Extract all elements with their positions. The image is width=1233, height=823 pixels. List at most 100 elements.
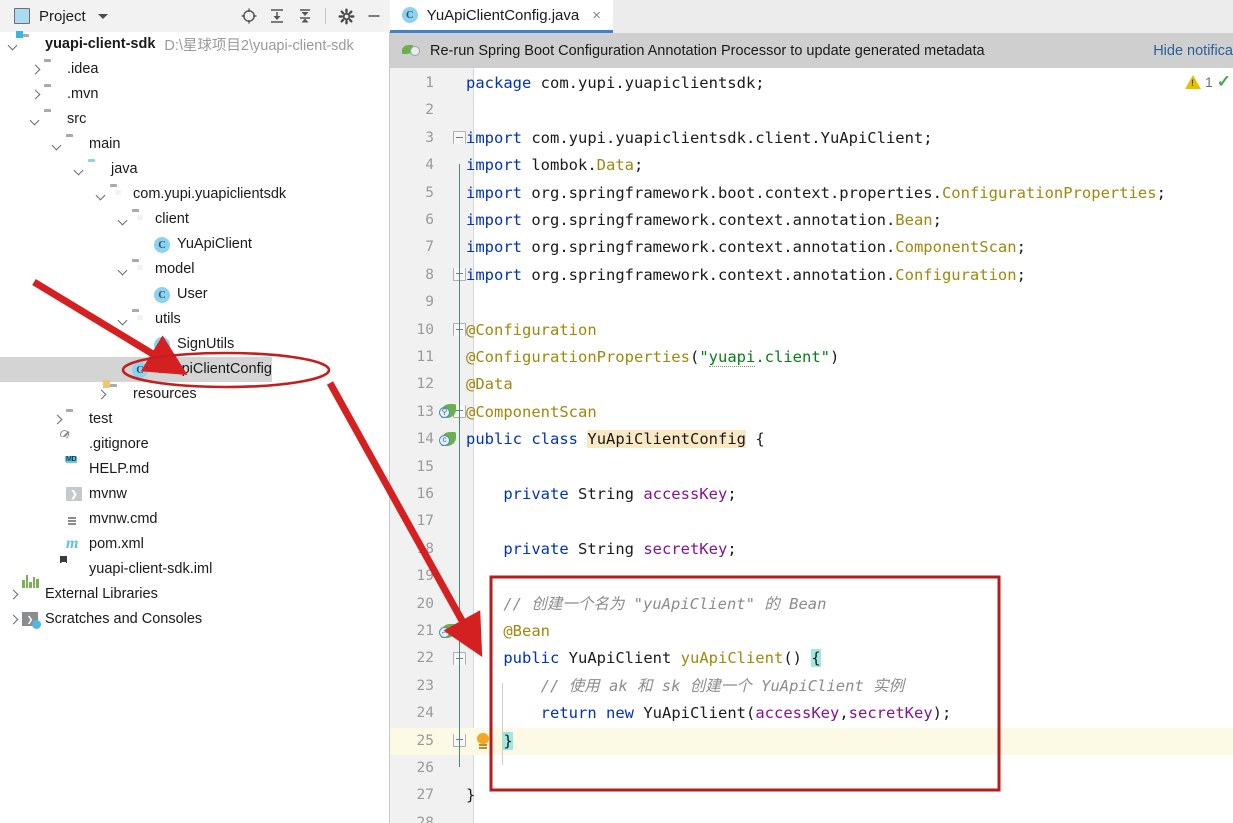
tree-row-yuapi-client-sdk[interactable]: yuapi-client-sdk D:\星球项目2\yuapi-client-sd… (0, 31, 354, 57)
chevron-right-icon[interactable] (94, 387, 109, 402)
tree-row-com-yupi-yuapiclientsdk[interactable]: com.yupi.yuapiclientsdk (0, 182, 286, 207)
hide-notification-link[interactable]: Hide notifica (1153, 43, 1233, 59)
folder-package-icon (132, 261, 149, 278)
code-line[interactable]: 11 @ConfigurationProperties("yuapi.client… (390, 344, 1233, 371)
chevron-down-icon[interactable] (72, 162, 87, 177)
line-number: 5 (425, 184, 434, 201)
code-line[interactable]: 13 ⚲ @ComponentScan (390, 399, 1233, 426)
tree-row-client[interactable]: client (0, 207, 189, 232)
chevron-down-icon[interactable] (116, 262, 131, 277)
code-text: package com.yupi.yuapiclientsdk; (466, 74, 765, 92)
bean-config-icon[interactable]: c (439, 431, 457, 448)
code-line[interactable]: 14 c public class YuApiClientConfig { (390, 426, 1233, 453)
inspection-ok-icon: ✓ (1216, 72, 1231, 91)
code-line[interactable]: 5 import org.springframework.boot.context… (390, 180, 1233, 207)
fold-start-icon[interactable] (453, 131, 466, 145)
code-text: public YuApiClient yuApiClient() { (503, 649, 821, 668)
code-line[interactable]: 9 (390, 289, 1233, 316)
folder-package-icon (132, 311, 149, 328)
chevron-down-icon[interactable] (28, 112, 43, 127)
locate-icon[interactable] (236, 3, 262, 29)
chevron-down-icon[interactable] (94, 187, 109, 202)
tree-item-label: .gitignore (89, 436, 149, 453)
tree-row-java[interactable]: java (0, 157, 138, 182)
code-line[interactable]: 20 // 创建一个名为 "yuApiClient" 的 Bean (390, 591, 1233, 618)
chevron-down-icon[interactable] (97, 13, 108, 19)
tree-row-test[interactable]: test (0, 407, 112, 432)
code-line[interactable]: 19 (390, 563, 1233, 590)
settings-gear-icon[interactable] (333, 3, 359, 29)
hide-panel-icon[interactable] (361, 3, 387, 29)
chevron-right-icon[interactable] (28, 62, 43, 77)
tree-row-src[interactable]: src (0, 107, 86, 132)
code-line[interactable]: 16 private String accessKey; (390, 481, 1233, 508)
code-line[interactable]: 24 return new YuApiClient(accessKey,secr… (390, 700, 1233, 727)
code-line[interactable]: 10 @Configuration (390, 317, 1233, 344)
toolbar-separator (325, 8, 326, 24)
tree-row-user[interactable]: C User (0, 282, 208, 307)
code-line[interactable]: 27} (390, 782, 1233, 809)
code-line[interactable]: 21 ← @Bean (390, 618, 1233, 645)
tree-row-help-md[interactable]: MD HELP.md (0, 456, 149, 482)
inspection-widget[interactable]: 1 ✓ (1184, 72, 1231, 92)
chevron-down-icon[interactable] (116, 312, 131, 327)
chevron-right-icon[interactable] (50, 412, 65, 427)
code-line[interactable]: 3 import com.yupi.yuapiclientsdk.client.Y… (390, 125, 1233, 152)
chevron-right-icon[interactable] (6, 587, 21, 602)
code-line[interactable]: 25 } (390, 727, 1233, 755)
tree-row-gitignore[interactable]: .gitignore (0, 430, 149, 457)
code-line[interactable]: 17 (390, 508, 1233, 535)
code-line[interactable]: 1 package com.yupi.yuapiclientsdk; (390, 70, 1233, 97)
code-line[interactable]: 7 import org.springframework.context.anno… (390, 234, 1233, 261)
tree-row-idea[interactable]: .idea (0, 57, 98, 82)
tree-row-utils[interactable]: utils (0, 307, 181, 332)
code-line[interactable]: 8 import org.springframework.context.anno… (390, 262, 1233, 289)
file-shell-icon (66, 486, 83, 503)
chevron-down-icon[interactable] (116, 212, 131, 227)
chevron-down-icon[interactable] (6, 37, 21, 52)
line-number: 1 (425, 75, 434, 91)
code-line[interactable]: 12 @Data (390, 371, 1233, 398)
folder-icon (44, 111, 61, 128)
collapse-all-icon[interactable] (292, 3, 318, 29)
code-line[interactable]: 26 (390, 755, 1233, 782)
tree-item-label: yuapi-client-sdk.iml (89, 561, 213, 578)
folder-module-icon (16, 31, 39, 53)
tree-row-yuapiclient[interactable]: C YuApiClient (0, 232, 252, 257)
code-line[interactable]: 15 (390, 454, 1233, 481)
expand-all-icon[interactable] (264, 3, 290, 29)
tree-row-mvnw[interactable]: mvnw (0, 482, 127, 507)
tree-item-path: D:\星球项目2\yuapi-client-sdk (164, 38, 354, 54)
code-line[interactable]: 18 private String secretKey; (390, 536, 1233, 563)
chevron-right-icon[interactable] (28, 87, 43, 102)
code-line[interactable]: 22 public YuApiClient yuApiClient() { (390, 645, 1233, 672)
tab-yuapiclientconfig[interactable]: C YuApiClientConfig.java × (390, 0, 613, 33)
code-line[interactable]: 2 (390, 97, 1233, 124)
tree-row-resources[interactable]: resources (0, 380, 197, 407)
tree-row-signutils[interactable]: C SignUtils (0, 332, 234, 357)
tree-row-yuapiclientconfig[interactable]: C YuApiClientConfig (0, 357, 272, 382)
tree-row-model[interactable]: model (0, 257, 195, 282)
close-icon[interactable]: × (592, 7, 601, 24)
editor-area: C YuApiClientConfig.java × Re-run Spring… (390, 0, 1233, 823)
tree-row-mvn[interactable]: .mvn (0, 82, 98, 107)
project-panel-header: Project (0, 0, 390, 32)
code-editor[interactable]: 1 package com.yupi.yuapiclientsdk; 2 3 impor… (390, 68, 1233, 823)
tree-row-main[interactable]: main (0, 132, 120, 157)
tree-row-pom-xml[interactable]: m pom.xml (0, 532, 144, 557)
bean-search-icon[interactable]: ⚲ (439, 403, 457, 420)
code-line[interactable]: 6 import org.springframework.context.anno… (390, 207, 1233, 234)
chevron-down-icon[interactable] (50, 137, 65, 152)
tree-row-mvnw-cmd[interactable]: mvnw.cmd (0, 507, 158, 532)
code-line[interactable]: 4 import lombok.Data; (390, 152, 1233, 179)
line-number: 11 (416, 349, 434, 365)
code-line[interactable]: 23 // 使用 ak 和 sk 创建一个 YuApiClient 实例 (390, 673, 1233, 700)
tree-row-scratches-and-consoles[interactable]: Scratches and Consoles (0, 607, 202, 632)
warning-triangle-icon (1184, 75, 1201, 89)
chevron-right-icon[interactable] (6, 612, 21, 627)
bean-icon[interactable]: ← (439, 623, 457, 640)
tree-row-external-libraries[interactable]: External Libraries (0, 575, 158, 607)
code-line[interactable]: 28 (390, 810, 1233, 823)
code-text: import com.yupi.yuapiclientsdk.client.Yu… (466, 128, 933, 147)
